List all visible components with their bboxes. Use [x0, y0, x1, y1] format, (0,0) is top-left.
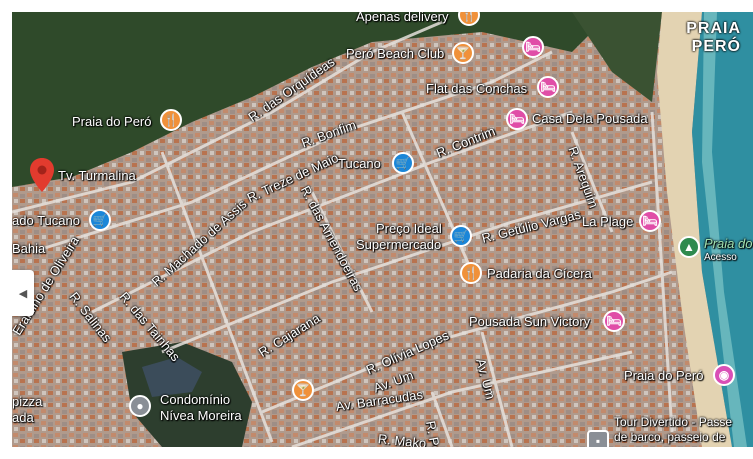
camera-icon[interactable]: ◉: [713, 364, 735, 386]
bed-icon[interactable]: 🛏: [522, 36, 544, 58]
street-label-bahia: Bahia: [12, 241, 46, 256]
beach-area-label-line2: PERÓ: [691, 38, 741, 55]
cocktail-icon[interactable]: 🍸: [292, 379, 314, 401]
cart-icon[interactable]: 🛒: [450, 225, 472, 247]
food-icon[interactable]: 🍴: [160, 109, 182, 131]
place-label-pero-beach-club[interactable]: Peró Beach Club: [346, 47, 444, 61]
place-label-pizza-line2[interactable]: ada: [12, 411, 34, 425]
place-label-preco-ideal-line1[interactable]: Preço Ideal: [376, 222, 442, 236]
place-label-praia-park-line1[interactable]: Praia do: [704, 237, 752, 251]
bed-icon[interactable]: 🛏: [537, 76, 559, 98]
beach-area-label-line1: PRAIA: [686, 20, 741, 37]
location-pin-icon[interactable]: [30, 158, 54, 192]
place-label-mercado-tucano[interactable]: ado Tucano: [12, 214, 80, 228]
place-label-pousada-sun-victory[interactable]: Pousada Sun Victory: [469, 315, 590, 329]
place-label-pizza-line1[interactable]: pizza: [12, 395, 42, 409]
map-view[interactable]: PRAIA PERÓ R. das Orquídeas R. Bonfim R.…: [12, 12, 753, 447]
place-label-apenas-delivery[interactable]: Apenas delivery: [356, 12, 449, 24]
place-label-casa-dela-pousada[interactable]: Casa Dela Pousada: [532, 112, 648, 126]
place-label-tour-line2[interactable]: de barco, passeio de: [614, 430, 725, 444]
place-label-praia-park-line2: Acesso: [704, 252, 737, 263]
cart-icon[interactable]: 🛒: [89, 209, 111, 231]
place-label-condominio-line2[interactable]: Nívea Moreira: [160, 409, 242, 423]
place-label-condominio-line1[interactable]: Condomínio: [160, 393, 230, 407]
beach-area-label: PRAIA PERÓ: [686, 20, 741, 56]
place-label-padaria-da-cicera[interactable]: Padaria da Cícera: [487, 267, 592, 281]
boat-icon[interactable]: ▪: [587, 430, 609, 447]
place-label-tv-turmalina[interactable]: Tv. Turmalina: [58, 169, 136, 183]
place-label-preco-ideal-line2[interactable]: Supermercado: [356, 238, 441, 252]
cart-icon[interactable]: 🛒: [392, 152, 414, 174]
place-label-la-plage[interactable]: La Plage: [582, 215, 633, 229]
chevron-left-icon: ◀: [18, 287, 28, 300]
place-label-flat-das-conchas[interactable]: Flat das Conchas: [426, 82, 527, 96]
bed-icon[interactable]: 🛏: [603, 310, 625, 332]
place-icon[interactable]: ●: [129, 395, 151, 417]
place-label-tour-line1[interactable]: Tour Divertido - Passe: [614, 415, 732, 429]
bed-icon[interactable]: 🛏: [639, 210, 661, 232]
cocktail-icon[interactable]: 🍸: [452, 42, 474, 64]
food-icon[interactable]: 🍴: [460, 262, 482, 284]
place-label-tucano[interactable]: Tucano: [338, 157, 381, 171]
place-label-praia-do-pero-photo[interactable]: Praia do Peró: [624, 369, 704, 383]
place-label-praia-do-pero[interactable]: Praia do Peró: [72, 115, 152, 129]
tree-icon[interactable]: ▲: [678, 236, 700, 258]
collapse-side-panel-button[interactable]: ◀: [12, 270, 34, 316]
bed-icon[interactable]: 🛏: [506, 108, 528, 130]
